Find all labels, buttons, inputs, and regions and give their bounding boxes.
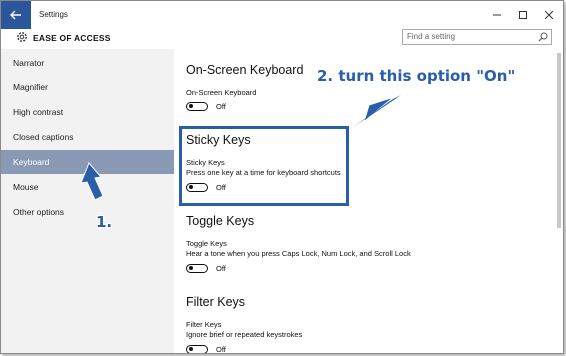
setting-desc-toggle-keys: Hear a tone when you press Caps Lock, Nu… bbox=[186, 249, 411, 258]
toggle-knob bbox=[189, 266, 193, 270]
setting-label-on-screen-keyboard: On-Screen Keyboard bbox=[186, 88, 257, 97]
toggle-state-on-screen-keyboard: Off bbox=[216, 102, 226, 111]
search-placeholder: Find a setting bbox=[407, 32, 456, 41]
close-icon bbox=[545, 11, 553, 19]
sidebar-item-mouse[interactable]: Mouse bbox=[1, 175, 174, 199]
sidebar-item-narrator[interactable]: Narrator bbox=[1, 51, 174, 75]
sidebar: Narrator Magnifier High contrast Closed … bbox=[1, 49, 174, 353]
back-button[interactable] bbox=[1, 1, 31, 29]
toggle-state-filter-keys: Off bbox=[216, 345, 226, 354]
setting-label-toggle-keys: Toggle Keys bbox=[186, 239, 227, 248]
highlight-box bbox=[179, 126, 349, 206]
toggle-filter-keys[interactable] bbox=[186, 345, 208, 353]
maximize-button[interactable] bbox=[509, 1, 537, 29]
gear-icon bbox=[17, 32, 27, 42]
back-arrow-icon bbox=[10, 10, 21, 20]
sidebar-item-keyboard[interactable]: Keyboard bbox=[1, 150, 174, 174]
sidebar-item-other-options[interactable]: Other options bbox=[1, 200, 174, 224]
minimize-icon bbox=[493, 14, 501, 16]
sidebar-item-magnifier[interactable]: Magnifier bbox=[1, 75, 174, 99]
page-title: EASE OF ACCESS bbox=[33, 33, 111, 43]
minimize-button[interactable] bbox=[483, 1, 511, 29]
annotation-step-1: 1. bbox=[96, 213, 113, 231]
toggle-knob bbox=[189, 347, 193, 351]
search-icon[interactable] bbox=[537, 31, 549, 43]
section-heading-on-screen-keyboard: On-Screen Keyboard bbox=[186, 63, 304, 77]
section-heading-filter-keys: Filter Keys bbox=[186, 295, 246, 309]
toggle-on-screen-keyboard[interactable] bbox=[186, 102, 208, 111]
search-input[interactable]: Find a setting bbox=[402, 29, 552, 45]
annotation-step-2: 2. turn this option "On" bbox=[317, 67, 516, 85]
setting-desc-filter-keys: Ignore brief or repeated keystrokes bbox=[186, 330, 303, 339]
settings-window: Settings EASE OF ACCESS Find a setting N… bbox=[0, 0, 564, 354]
sidebar-item-high-contrast[interactable]: High contrast bbox=[1, 100, 174, 124]
sidebar-item-closed-captions[interactable]: Closed captions bbox=[1, 125, 174, 149]
page-header: EASE OF ACCESS Find a setting bbox=[1, 29, 563, 49]
maximize-icon bbox=[519, 11, 527, 19]
close-button[interactable] bbox=[535, 1, 563, 29]
section-heading-toggle-keys: Toggle Keys bbox=[186, 214, 255, 228]
title-bar: Settings bbox=[1, 1, 563, 29]
window-title: Settings bbox=[39, 10, 68, 19]
scrollbar[interactable] bbox=[557, 53, 561, 228]
toggle-state-toggle-keys: Off bbox=[216, 264, 226, 273]
setting-label-filter-keys: Filter Keys bbox=[186, 320, 222, 329]
toggle-toggle-keys[interactable] bbox=[186, 264, 208, 273]
toggle-knob bbox=[189, 104, 193, 108]
